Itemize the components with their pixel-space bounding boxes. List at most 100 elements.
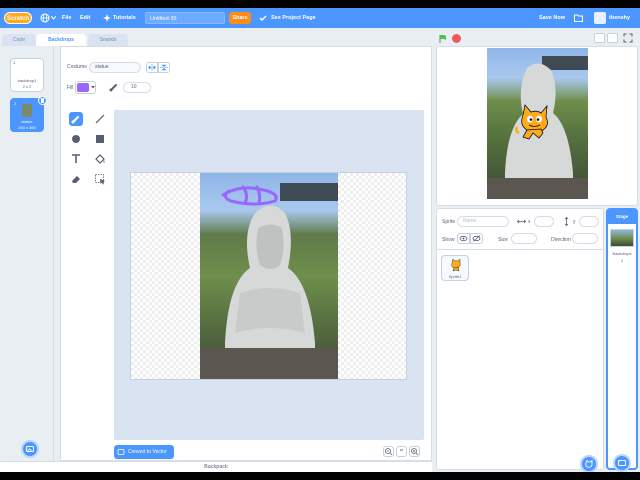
zoom-reset-button[interactable]: = xyxy=(396,446,407,457)
size-label: Size xyxy=(498,237,508,243)
share-button[interactable]: Share xyxy=(229,12,251,24)
chevron-down-icon[interactable] xyxy=(51,16,56,20)
flip-vertical-button[interactable] xyxy=(158,62,170,73)
costume-name: backdrop1 xyxy=(17,78,37,83)
eraser-tool[interactable] xyxy=(69,172,83,186)
show-hidden-button[interactable] xyxy=(470,233,483,244)
fullscreen-icon[interactable] xyxy=(623,33,633,43)
sprite-info-pane: Sprite Name x y Show Size Direction Spri… xyxy=(436,208,604,472)
cat-sprite-thumbnail xyxy=(449,258,463,272)
see-project-page-icon[interactable] xyxy=(259,14,267,22)
avatar[interactable] xyxy=(594,12,606,24)
cat-sprite[interactable] xyxy=(513,103,553,143)
chevron-down-icon xyxy=(91,86,95,89)
costume-size: 240 x 360 xyxy=(18,125,36,130)
brush-size-icon xyxy=(109,82,119,92)
select-tool[interactable] xyxy=(93,172,107,186)
fill-color-swatch xyxy=(77,83,89,92)
bitmap-icon xyxy=(117,448,125,456)
username-label[interactable]: tbenshy xyxy=(609,8,630,28)
size-input[interactable] xyxy=(511,233,537,244)
backdrops-count: 2 xyxy=(620,258,624,263)
purple-scribble xyxy=(219,183,287,207)
text-tool[interactable] xyxy=(69,152,83,166)
x-label: x xyxy=(528,219,531,225)
my-stuff-folder-icon[interactable] xyxy=(574,14,583,22)
scratch-logo[interactable]: Scratch xyxy=(4,12,32,24)
stage-backdrop-image[interactable] xyxy=(487,48,588,199)
code-tab-label: Code xyxy=(13,37,25,43)
direction-label: Direction xyxy=(551,237,571,243)
stage-selector[interactable]: Stage Backdrops 2 xyxy=(606,208,638,472)
fill-tool[interactable] xyxy=(93,152,107,166)
stage-selector-title: Stage xyxy=(608,210,636,224)
y-arrow-icon xyxy=(563,217,570,226)
y-label: y xyxy=(573,219,576,225)
paint-canvas-area xyxy=(114,110,424,440)
rectangle-tool[interactable] xyxy=(93,132,107,146)
brush-size-input[interactable]: 10 xyxy=(123,82,151,93)
costume-name-label: Costume xyxy=(67,64,88,70)
costume-name-input[interactable]: statue xyxy=(89,62,141,73)
sprite-label: Sprite xyxy=(442,219,456,225)
sprite-name-input[interactable]: Name xyxy=(457,216,509,227)
save-now-button[interactable]: Save Now xyxy=(539,8,565,28)
flip-horizontal-button[interactable] xyxy=(146,62,158,73)
sounds-tab-label: Sounds xyxy=(99,37,117,43)
tutorials-menu[interactable]: Tutorials xyxy=(113,8,136,28)
file-menu[interactable]: File xyxy=(62,8,71,28)
paint-canvas[interactable] xyxy=(130,172,407,380)
show-visible-button[interactable] xyxy=(457,233,470,244)
choose-sprite-button[interactable] xyxy=(580,455,598,472)
costume-size: 2 x 2 xyxy=(22,84,32,89)
convert-to-vector-button[interactable]: Convert to Vector xyxy=(114,445,174,459)
editor-tabs: Code Backdrops Sounds xyxy=(0,32,434,46)
costume-index: 2 xyxy=(14,101,17,106)
see-project-page-link[interactable]: See Project Page xyxy=(271,8,316,28)
direction-input[interactable] xyxy=(572,233,598,244)
zoom-in-button[interactable] xyxy=(409,446,420,457)
zoom-out-button[interactable] xyxy=(383,446,394,457)
edit-menu[interactable]: Edit xyxy=(80,8,90,28)
small-stage-button[interactable] xyxy=(594,33,605,43)
tab-sounds[interactable]: Sounds xyxy=(88,34,128,46)
costume-list: 1 backdrop1 2 x 2 2 statue 240 x 360 xyxy=(2,46,54,461)
brush-tool[interactable] xyxy=(69,112,83,126)
choose-backdrop-stage-button[interactable] xyxy=(613,454,631,472)
x-arrow-icon xyxy=(517,218,526,225)
stop-icon[interactable] xyxy=(452,34,461,43)
costume-item[interactable]: 1 backdrop1 2 x 2 xyxy=(10,58,44,92)
delete-icon[interactable] xyxy=(38,96,47,105)
sprite-name: Sprite1 xyxy=(448,274,462,279)
circle-tool[interactable] xyxy=(69,132,83,146)
stage-thumbnail xyxy=(610,229,634,247)
stage-panel xyxy=(436,46,638,206)
paint-editor: Costume statue Fill 10 Convert to Vector… xyxy=(60,46,432,461)
costume-item[interactable]: 2 statue 240 x 360 xyxy=(10,96,47,132)
backdrops-label: Backdrops xyxy=(612,251,632,256)
convert-button-label: Convert to Vector xyxy=(128,449,167,455)
tutorials-icon[interactable] xyxy=(103,14,111,22)
costume-index: 1 xyxy=(13,60,16,65)
sprite-pane-divider xyxy=(437,249,603,250)
backdrops-tab-label: Backdrops xyxy=(48,37,74,43)
backpack-bar[interactable]: Backpack xyxy=(0,461,432,472)
scratch-editor: Scratch File Edit Tutorials Untitled-35 … xyxy=(0,8,640,472)
show-label: Show xyxy=(442,237,455,243)
fill-label: Fill xyxy=(67,85,74,91)
tab-code[interactable]: Code xyxy=(2,34,36,46)
globe-icon[interactable] xyxy=(40,13,50,23)
green-flag-icon[interactable] xyxy=(438,34,448,44)
y-input[interactable] xyxy=(579,216,599,227)
choose-backdrop-button[interactable] xyxy=(21,440,39,458)
costume-name: statue xyxy=(21,119,33,124)
costume-thumbnail xyxy=(22,104,32,117)
normal-stage-button[interactable] xyxy=(607,33,618,43)
menu-bar: Scratch File Edit Tutorials Untitled-35 … xyxy=(0,8,640,28)
project-title-input[interactable]: Untitled-35 xyxy=(145,12,225,24)
x-input[interactable] xyxy=(534,216,554,227)
sprite-tile[interactable]: Sprite1 xyxy=(441,255,469,281)
tab-backdrops[interactable]: Backdrops xyxy=(36,34,86,46)
fill-color-picker[interactable] xyxy=(75,81,96,94)
line-tool[interactable] xyxy=(93,112,107,126)
